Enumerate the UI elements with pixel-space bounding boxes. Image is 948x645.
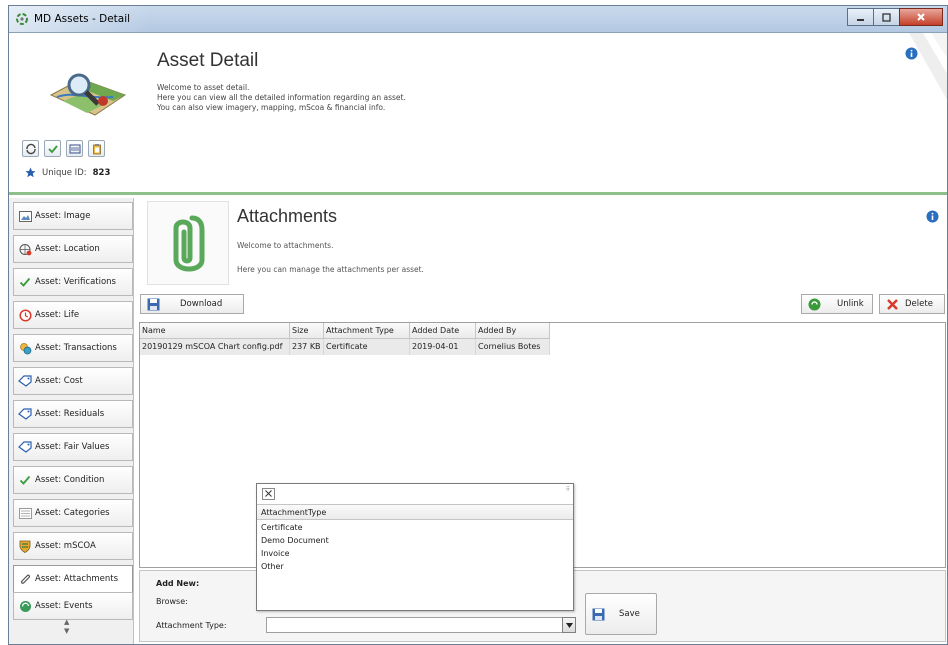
add-new-title: Add New: (156, 579, 200, 588)
maximize-button[interactable] (873, 8, 899, 26)
paperclip-icon (20, 574, 30, 584)
info-icon[interactable] (926, 210, 939, 223)
refresh-globe-icon (19, 600, 31, 612)
dropdown-option[interactable]: Certificate (261, 523, 303, 532)
download-button[interactable]: Download (140, 294, 244, 314)
table-header: Name Size Attachment Type Added Date Add… (140, 323, 550, 339)
clipboard-icon (92, 143, 101, 154)
cell-size: 237 KB (290, 339, 324, 355)
attachment-type-label: Attachment Type: (156, 621, 227, 630)
save-button[interactable]: Save (585, 593, 657, 635)
clipboard-button[interactable] (88, 140, 105, 157)
globe-pin-icon (19, 243, 31, 255)
sidebar-item-categories[interactable]: Asset: Categories (13, 499, 133, 527)
section-description: Here you can manage the attachments per … (237, 265, 424, 274)
minimize-button[interactable] (847, 8, 873, 26)
maximize-icon (882, 12, 891, 22)
barcode-button[interactable] (66, 140, 83, 157)
refresh-button[interactable] (22, 140, 39, 157)
sidebar-item-mscoa[interactable]: Asset: mSCOA (13, 532, 133, 560)
section-subtitle: Welcome to attachments. (237, 241, 334, 250)
unique-id-value: 823 (92, 167, 111, 178)
attachment-illustration (147, 201, 229, 285)
image-icon (18, 210, 32, 222)
dropdown-option[interactable]: Demo Document (261, 536, 329, 545)
column-header-name[interactable]: Name (140, 323, 290, 339)
column-header-added-by[interactable]: Added By (476, 323, 550, 339)
coat-of-arms-icon (19, 540, 31, 553)
decorative-stripe (909, 33, 947, 100)
cell-name: 20190129 mSCOA Chart config.pdf (140, 339, 290, 355)
delete-x-icon (887, 298, 898, 310)
window-title: MD Assets - Detail (34, 13, 131, 25)
attachment-type-dropdown-button[interactable] (562, 617, 576, 633)
cell-added-date: 2019-04-01 (410, 339, 476, 355)
delete-button[interactable]: Delete (879, 294, 945, 314)
cell-added-by: Cornelius Botes (476, 339, 550, 355)
column-header-added-date[interactable]: Added Date (410, 323, 476, 339)
sidebar-item-transactions[interactable]: Asset: Transactions (13, 334, 133, 362)
sidebar-item-residuals[interactable]: Asset: Residuals (13, 400, 133, 428)
unique-id: Unique ID: 823 (25, 167, 110, 178)
sidebar-item-fair-values[interactable]: Asset: Fair Values (13, 433, 133, 461)
tag-icon (18, 408, 32, 420)
section-title: Attachments (237, 206, 338, 226)
asset-detail-header: Asset Detail Welcome to asset detail. He… (9, 33, 947, 192)
checkmark-icon (47, 144, 58, 153)
save-disk-icon (147, 298, 160, 310)
sidebar-item-cost[interactable]: Asset: Cost (13, 367, 133, 395)
sidebar: Asset: Image Asset: Location Asset: Veri… (9, 198, 134, 644)
attachment-type-combobox[interactable] (266, 617, 572, 633)
table-row[interactable]: 20190129 mSCOA Chart config.pdf 237 KB C… (140, 339, 550, 355)
star-icon (25, 167, 36, 178)
app-logo-icon (16, 13, 28, 25)
sidebar-item-location[interactable]: Asset: Location (13, 235, 133, 263)
dropdown-column-header: AttachmentType (257, 504, 573, 520)
sidebar-item-condition[interactable]: Asset: Condition (13, 466, 133, 494)
header-description: Welcome to asset detail. Here you can vi… (157, 83, 406, 112)
sidebar-item-life[interactable]: Asset: Life (13, 301, 133, 329)
unique-id-label: Unique ID: (42, 167, 87, 178)
resize-grip-icon[interactable]: ⠿ (566, 486, 571, 493)
close-icon (265, 490, 272, 497)
dropdown-close-button[interactable] (262, 488, 275, 500)
unlink-icon (808, 298, 821, 310)
coins-icon (19, 342, 31, 354)
sidebar-item-events[interactable]: Asset: Events (13, 592, 133, 620)
close-button[interactable] (899, 8, 943, 26)
column-header-size[interactable]: Size (290, 323, 324, 339)
title-bar: MD Assets - Detail (9, 6, 947, 33)
tag-icon (18, 441, 32, 453)
attachment-type-dropdown: ⠿ AttachmentType Certificate Demo Docume… (256, 483, 574, 611)
clock-icon (18, 308, 32, 322)
header-divider (9, 192, 947, 195)
dropdown-option[interactable]: Invoice (261, 549, 290, 558)
column-header-attachment-type[interactable]: Attachment Type (324, 323, 410, 339)
cell-attachment-type: Certificate (324, 339, 410, 355)
save-disk-icon (592, 608, 605, 620)
map-logo-icon (49, 73, 127, 116)
sidebar-item-verifications[interactable]: Asset: Verifications (13, 268, 133, 296)
verify-button[interactable] (44, 140, 61, 157)
chevron-down-icon (565, 622, 573, 628)
paperclip-icon (173, 215, 205, 272)
dropdown-option[interactable]: Other (261, 562, 284, 571)
info-icon[interactable] (905, 47, 918, 60)
sidebar-item-attachments[interactable]: Asset: Attachments (13, 565, 133, 593)
barcode-icon (69, 144, 80, 153)
sidebar-scroll-arrows[interactable]: ▲ ▼ (64, 618, 69, 636)
page-title: Asset Detail (157, 50, 259, 71)
checkmark-icon (19, 277, 31, 287)
unlink-button[interactable]: Unlink (801, 294, 873, 314)
tag-icon (18, 375, 32, 387)
checkmark-icon (19, 475, 31, 485)
list-icon (18, 507, 32, 519)
header-toolbar (22, 140, 105, 157)
close-icon (917, 13, 925, 21)
browse-label: Browse: (156, 597, 188, 606)
minimize-icon (857, 18, 864, 21)
refresh-icon (25, 143, 36, 154)
sidebar-item-image[interactable]: Asset: Image (13, 202, 133, 230)
